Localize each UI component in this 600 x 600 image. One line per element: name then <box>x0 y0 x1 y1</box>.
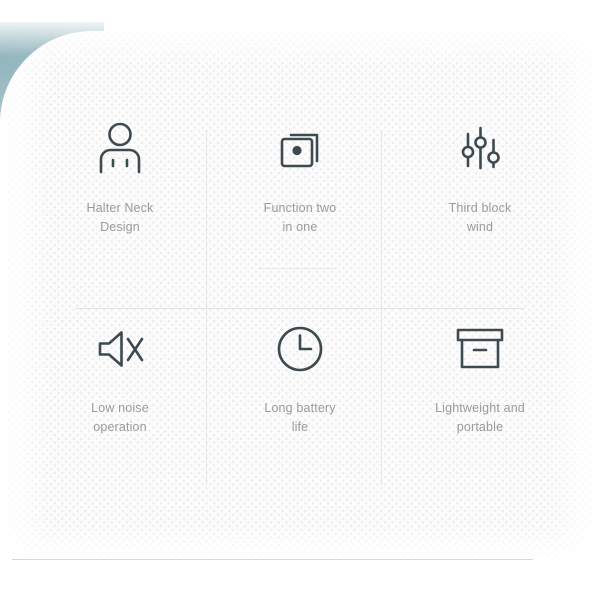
product-feature-panel: Halter Neck Design Function two in one T… <box>0 0 600 600</box>
feature-caption: Lightweight and portable <box>435 401 525 434</box>
speaker-mute-icon <box>88 317 152 381</box>
feature-caption: Low noise operation <box>91 401 149 434</box>
feature-cell-function-two-in-one: Function two in one <box>210 95 390 295</box>
feature-caption: Function two in one <box>263 201 337 234</box>
box-portable-icon <box>448 317 512 381</box>
feature-caption: Halter Neck Design <box>86 201 154 234</box>
person-halter-neck-icon <box>88 117 152 181</box>
feature-caption: Long battery life <box>264 401 336 434</box>
feature-caption: Third block wind <box>448 201 512 234</box>
clock-icon <box>268 317 332 381</box>
feature-cell-third-block-wind: Third block wind <box>390 95 570 295</box>
feature-cell-long-battery: Long battery life <box>210 295 390 495</box>
feature-cell-halter-neck: Halter Neck Design <box>30 95 210 295</box>
feature-cell-low-noise: Low noise operation <box>30 295 210 495</box>
equalizer-sliders-icon <box>448 117 512 181</box>
two-squares-overlap-icon <box>268 117 332 181</box>
bottom-hairline <box>12 559 533 560</box>
feature-grid: Halter Neck Design Function two in one T… <box>30 95 570 495</box>
feature-cell-lightweight-portable: Lightweight and portable <box>390 295 570 495</box>
